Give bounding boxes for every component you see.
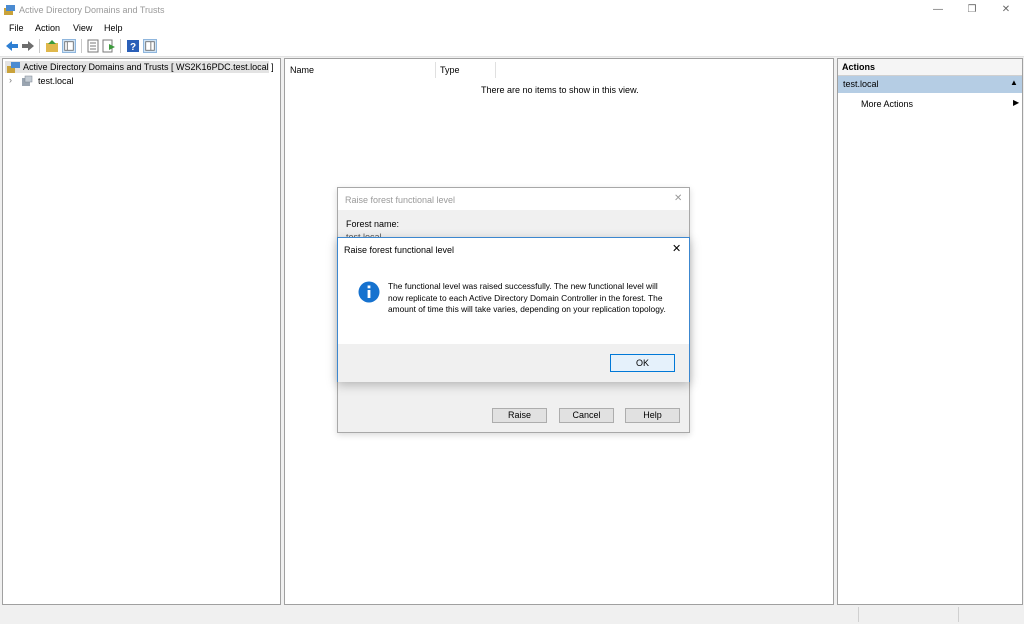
domain-icon — [22, 75, 33, 86]
list-header: Name Type — [285, 59, 833, 79]
tree-root-item[interactable]: Active Directory Domains and Trusts [ WS… — [5, 61, 274, 73]
chevron-right-icon[interactable]: › — [9, 75, 12, 85]
tree-root-label: Active Directory Domains and Trusts [ WS… — [23, 62, 274, 72]
toolbar-separator — [120, 39, 121, 53]
actions-pane: Actions test.local ▲ More Actions ▶ — [837, 58, 1023, 605]
minimize-icon: — — [933, 4, 943, 15]
back-arrow-icon[interactable] — [5, 39, 19, 53]
submenu-arrow-icon: ▶ — [1013, 98, 1020, 107]
message-box-title: Raise forest functional level — [344, 245, 455, 255]
column-header-name[interactable]: Name — [290, 65, 314, 75]
actions-section-test-local[interactable]: test.local ▲ — [838, 76, 1022, 93]
title-bar: Active Directory Domains and Trusts — ❐ … — [0, 0, 1024, 20]
status-bar-segment — [858, 607, 959, 622]
menu-help[interactable]: Help — [104, 23, 123, 33]
info-icon — [358, 281, 380, 303]
restore-button[interactable]: ❐ — [956, 0, 988, 20]
toolbar: ? — [0, 36, 1024, 57]
help-icon[interactable]: ? — [126, 39, 140, 53]
more-actions-item[interactable]: More Actions ▶ — [838, 97, 1022, 111]
empty-list-message: There are no items to show in this view. — [481, 85, 639, 95]
minimize-button[interactable]: — — [922, 0, 954, 20]
actions-header-label: Actions — [842, 62, 876, 72]
collapse-up-icon[interactable]: ▲ — [1010, 78, 1018, 87]
menu-bar: File Action View Help — [0, 20, 1024, 36]
restore-icon: ❐ — [967, 4, 977, 15]
message-text: The functional level was raised successf… — [388, 281, 666, 315]
cancel-button[interactable]: Cancel — [559, 408, 614, 423]
menu-view[interactable]: View — [73, 23, 92, 33]
raise-button[interactable]: Raise — [492, 408, 547, 423]
up-folder-icon[interactable] — [45, 39, 59, 53]
help-button[interactable]: Help — [625, 408, 680, 423]
window-title: Active Directory Domains and Trusts — [19, 5, 165, 15]
actions-section-label: test.local — [843, 79, 879, 89]
show-hide-action-pane-icon[interactable] — [143, 39, 157, 53]
close-icon[interactable]: ✕ — [674, 193, 682, 204]
column-header-type[interactable]: Type — [440, 65, 460, 75]
close-icon: ✕ — [1001, 4, 1011, 15]
message-box-button-bar: OK — [338, 344, 689, 382]
properties-icon[interactable] — [86, 39, 100, 53]
actions-header: Actions — [838, 59, 1022, 76]
raise-forest-dialog-title: Raise forest functional level — [345, 195, 456, 205]
raise-forest-dialog-titlebar: Raise forest functional level ✕ — [338, 188, 689, 210]
column-divider[interactable] — [435, 62, 436, 78]
close-icon[interactable]: ✕ — [672, 242, 681, 255]
menu-file[interactable]: File — [9, 23, 24, 33]
console-tree-pane: Active Directory Domains and Trusts [ WS… — [2, 58, 281, 605]
app-icon — [4, 5, 15, 15]
menu-action[interactable]: Action — [35, 23, 60, 33]
svg-text:?: ? — [130, 42, 136, 53]
ok-button[interactable]: OK — [610, 354, 675, 372]
status-bar-segment — [958, 607, 1023, 622]
column-divider[interactable] — [495, 62, 496, 78]
more-actions-label: More Actions — [861, 99, 914, 109]
message-box-titlebar: Raise forest functional level ✕ — [338, 238, 689, 260]
forest-name-label: Forest name: — [346, 219, 400, 229]
tree-item-test-local[interactable]: › test.local — [5, 75, 105, 87]
show-hide-console-tree-icon[interactable] — [62, 39, 76, 53]
domains-trusts-icon — [7, 62, 20, 73]
forward-arrow-icon[interactable] — [21, 39, 35, 53]
export-list-icon[interactable] — [102, 39, 116, 53]
toolbar-separator — [39, 39, 40, 53]
status-bar — [0, 606, 1024, 624]
message-box: Raise forest functional level ✕ The func… — [337, 237, 690, 382]
toolbar-separator — [81, 39, 82, 53]
close-button[interactable]: ✕ — [990, 0, 1022, 20]
tree-item-label: test.local — [38, 76, 74, 86]
